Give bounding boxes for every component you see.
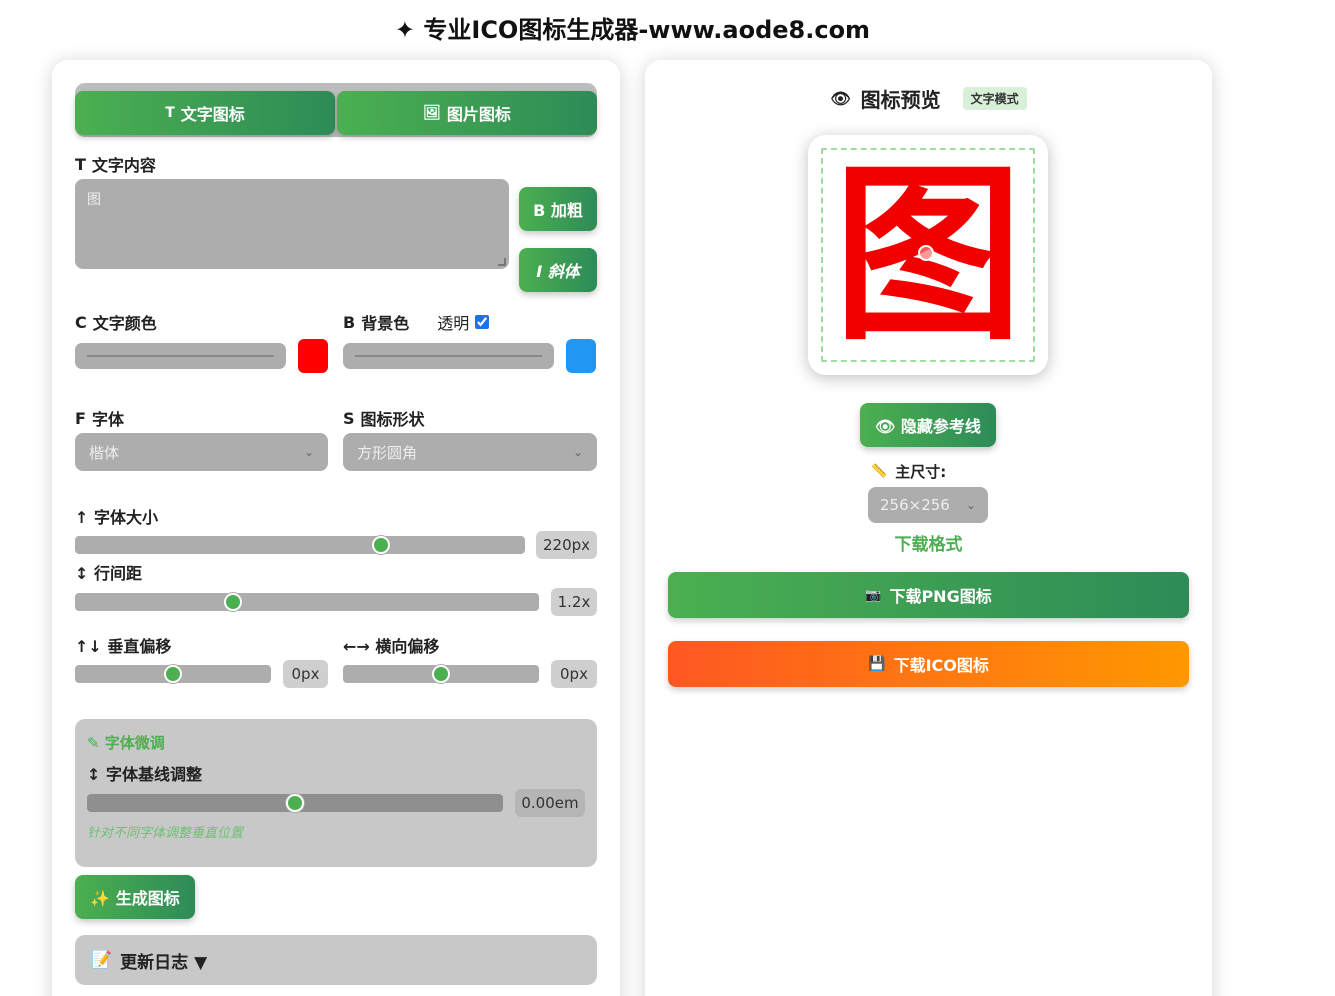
changelog-label: 更新日志 ▼ xyxy=(120,952,208,973)
main-size-label: 📏 主尺寸: xyxy=(871,461,946,482)
download-ico-button[interactable]: 💾 下载ICO图标 xyxy=(668,641,1189,687)
center-marker xyxy=(918,245,934,261)
font-size-slider[interactable] xyxy=(75,536,525,554)
line-height-label: ↕ 行间距 xyxy=(75,564,142,583)
size-select-value: 256×256 xyxy=(880,496,950,514)
tab-text-icon[interactable]: T 文字图标 xyxy=(75,91,335,135)
text-color-bar-line xyxy=(87,355,274,357)
preview-panel: 👁 图标预览 文字模式 图 👁 隐藏参考线 📏 主尺寸: 256×256 ⌄ 下… xyxy=(645,60,1212,996)
font-select-value: 楷体 xyxy=(89,443,120,462)
line-height-slider[interactable] xyxy=(75,593,539,611)
font-label-text: 字体 xyxy=(91,410,124,429)
font-fine-tune-section: ✎ 字体微调 ↕ 字体基线调整 0.00em 针对不同字体调整垂直位置 xyxy=(75,719,597,867)
picture-icon: 🖼 xyxy=(423,105,441,121)
shape-prefix-icon: S xyxy=(343,408,355,428)
text-color-swatch[interactable] xyxy=(298,339,328,373)
tab-image-icon-label: 图片图标 xyxy=(446,105,511,124)
download-png-button[interactable]: 📷 下载PNG图标 xyxy=(668,572,1189,618)
color-prefix-icon: C xyxy=(75,312,87,332)
preview-title: 图标预览 xyxy=(860,88,941,112)
font-label: F 字体 xyxy=(75,406,124,430)
size-select[interactable]: 256×256 ⌄ xyxy=(868,487,988,523)
fine-tune-title: ✎ 字体微调 xyxy=(87,734,165,752)
baseline-slider[interactable] xyxy=(87,794,503,812)
bold-button[interactable]: B 加粗 xyxy=(519,187,597,231)
italic-button[interactable]: I 斜体 xyxy=(519,248,597,292)
text-color-label: C 文字颜色 xyxy=(75,310,157,334)
changelog-toggle[interactable]: 📝 更新日志 ▼ xyxy=(75,935,597,985)
shape-label-text: 图标形状 xyxy=(360,410,425,429)
chevron-down-icon: ⌄ xyxy=(965,498,976,512)
transparent-checkbox[interactable] xyxy=(475,315,490,329)
tab-text-icon-label: 文字图标 xyxy=(180,105,245,124)
line-height-value: 1.2x xyxy=(551,588,597,616)
tab-image-icon[interactable]: 🖼 图片图标 xyxy=(337,91,597,135)
eye-icon: 👁 xyxy=(830,89,851,108)
text-color-picker[interactable] xyxy=(75,343,286,369)
vertical-offset-value: 0px xyxy=(283,660,328,688)
vertical-offset-label: ↑↓ 垂直偏移 xyxy=(75,637,172,656)
horizontal-offset-slider-thumb[interactable] xyxy=(432,665,450,683)
chevron-down-icon: ⌄ xyxy=(572,445,583,459)
transparent-label: 透明 xyxy=(437,314,470,333)
font-prefix-icon: F xyxy=(75,408,86,428)
toggle-guides-button[interactable]: 👁 隐藏参考线 xyxy=(860,403,996,447)
horizontal-offset-value: 0px xyxy=(551,660,597,688)
vertical-offset-slider-thumb[interactable] xyxy=(164,665,182,683)
shape-label: S 图标形状 xyxy=(343,406,425,430)
settings-panel: T 文字图标 🖼 图片图标 T 文字内容 图 B 加粗 I 斜体 C 文字颜色 … xyxy=(52,60,620,996)
vertical-offset-slider[interactable] xyxy=(75,665,271,683)
horizontal-offset-label: ←→ 横向偏移 xyxy=(343,637,440,656)
font-size-value: 220px xyxy=(536,531,597,559)
text-content-input[interactable]: 图 xyxy=(75,179,509,269)
download-png-label: 下载PNG图标 xyxy=(889,587,992,606)
main-size-label-text: 主尺寸: xyxy=(895,463,947,481)
baseline-label: ↕ 字体基线调整 xyxy=(87,765,202,784)
font-select[interactable]: 楷体 ⌄ xyxy=(75,433,328,471)
shape-select[interactable]: 方形圆角 ⌄ xyxy=(343,433,597,471)
bg-color-label: B 背景色 透明 xyxy=(343,310,490,334)
horizontal-offset-slider[interactable] xyxy=(343,665,539,683)
baseline-value: 0.00em xyxy=(515,789,585,817)
baseline-note: 针对不同字体调整垂直位置 xyxy=(87,826,244,841)
preview-header: 👁 图标预览 文字模式 xyxy=(645,84,1212,113)
bg-color-label-text: 背景色 xyxy=(361,314,410,333)
bg-color-swatch[interactable] xyxy=(566,339,596,373)
baseline-slider-thumb[interactable] xyxy=(286,794,304,812)
font-size-slider-thumb[interactable] xyxy=(372,536,390,554)
bg-color-picker[interactable] xyxy=(343,343,554,369)
memo-icon: 📝 xyxy=(91,950,113,970)
text-content-label-text: 文字内容 xyxy=(91,156,156,175)
camera-icon: 📷 xyxy=(865,587,882,603)
text-content-value: 图 xyxy=(87,192,101,208)
floppy-icon: 💾 xyxy=(868,656,886,672)
text-content-label: T 文字内容 xyxy=(75,152,156,176)
bg-prefix-icon: B xyxy=(343,312,356,332)
resize-handle-icon[interactable] xyxy=(498,258,506,266)
download-format-label: 下载格式 xyxy=(894,535,963,555)
font-size-label: ↑ 字体大小 xyxy=(75,508,158,527)
text-prefix-icon: T xyxy=(75,154,86,174)
generate-icon-button[interactable]: ✨ 生成图标 xyxy=(75,875,195,919)
line-height-slider-thumb[interactable] xyxy=(223,593,242,611)
page-title: ✦ 专业ICO图标生成器-www.aode8.com xyxy=(394,16,871,44)
chevron-down-icon: ⌄ xyxy=(303,445,314,459)
text-icon: T xyxy=(165,105,175,121)
shape-select-value: 方形圆角 xyxy=(357,443,418,462)
text-color-label-text: 文字颜色 xyxy=(92,314,157,333)
bg-color-bar-line xyxy=(355,355,542,357)
mode-badge: 文字模式 xyxy=(962,87,1027,110)
ruler-icon: 📏 xyxy=(871,464,888,479)
icon-preview: 图 xyxy=(808,135,1048,375)
download-ico-label: 下载ICO图标 xyxy=(893,656,989,675)
mode-tab-bar: T 文字图标 🖼 图片图标 xyxy=(75,83,597,137)
